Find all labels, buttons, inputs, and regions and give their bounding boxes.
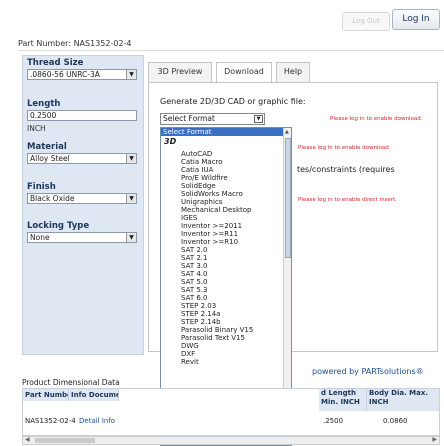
login-notice: Please log in to enable download.: [330, 116, 423, 122]
log-out-button[interactable]: Log Out: [342, 12, 390, 31]
table-header: d Length Min. INCH: [319, 389, 367, 411]
chevron-down-icon: ▼: [126, 194, 136, 203]
format-select-value: Select Format: [163, 114, 215, 123]
length-label: Length: [27, 99, 61, 109]
part-number-label: Part Number: NAS1352-02-4: [18, 39, 444, 51]
thread-size-value: .0860-56 UNRC-3A: [30, 70, 100, 79]
length-input[interactable]: 0.2500: [27, 110, 137, 121]
table-header: Info Document: [69, 389, 119, 401]
format-select[interactable]: Select Format ▼: [160, 113, 265, 125]
filter-panel: Thread Size .0860-56 UNRC-3A ▼ Length 0.…: [22, 55, 144, 355]
locking-type-select[interactable]: None ▼: [27, 232, 137, 243]
scroll-left-icon[interactable]: ◀: [25, 436, 30, 443]
dropdown-item[interactable]: DWG: [181, 342, 199, 350]
dropdown-item[interactable]: SAT 2.1: [181, 254, 207, 262]
tab-3d-preview[interactable]: 3D Preview: [148, 62, 212, 82]
chevron-down-icon: ▼: [254, 115, 263, 123]
dropdown-item[interactable]: SAT 2.0: [181, 246, 207, 254]
finish-select[interactable]: Black Oxide ▼: [27, 193, 137, 204]
log-in-button[interactable]: Log In: [392, 9, 440, 30]
dropdown-item[interactable]: Unigraphics: [181, 198, 222, 206]
detail-info-link[interactable]: Detail Info: [79, 417, 115, 425]
finish-value: Black Oxide: [30, 194, 75, 203]
dropdown-item[interactable]: SAT 5.3: [181, 286, 207, 294]
scrollbar-thumb[interactable]: [285, 138, 291, 258]
dropdown-item[interactable]: SAT 5.0: [181, 278, 207, 286]
dropdown-item[interactable]: Mechanical Desktop: [181, 206, 251, 214]
dropdown-item[interactable]: SAT 6.0: [181, 294, 207, 302]
horizontal-scrollbar[interactable]: ◀ ▶: [22, 436, 440, 445]
table-header: Part Number: [23, 389, 69, 401]
material-select[interactable]: Alloy Steel ▼: [27, 153, 137, 164]
login-notice: Please log in to enable download.: [298, 145, 391, 151]
dropdown-item[interactable]: STEP 2.14b: [181, 318, 221, 326]
dropdown-item[interactable]: Inventor >=R10: [181, 238, 238, 246]
table-cell: NAS1352-02-4: [25, 417, 76, 425]
chevron-down-icon: ▼: [126, 154, 136, 163]
material-value: Alloy Steel: [30, 154, 70, 163]
login-notice: Please log in to enable direct insert.: [298, 197, 398, 203]
material-label: Material: [27, 142, 67, 152]
chevron-down-icon: ▼: [126, 233, 136, 242]
dropdown-item-selected[interactable]: Select Format: [161, 128, 283, 136]
dropdown-item[interactable]: Inventor >=2011: [181, 222, 242, 230]
thread-size-select[interactable]: .0860-56 UNRC-3A ▼: [27, 69, 137, 80]
dropdown-item[interactable]: SAT 3.0: [181, 262, 207, 270]
scroll-up-icon[interactable]: ▲: [285, 129, 289, 135]
chevron-down-icon: ▼: [126, 70, 136, 79]
scroll-right-icon[interactable]: ▶: [432, 436, 437, 443]
dropdown-item[interactable]: IGES: [181, 214, 197, 222]
dropdown-item[interactable]: SAT 4.0: [181, 270, 207, 278]
thread-size-label: Thread Size: [27, 58, 84, 68]
dropdown-item[interactable]: Parasolid Text V15: [181, 334, 245, 342]
dropdown-item[interactable]: DXF: [181, 350, 195, 358]
dropdown-item[interactable]: STEP 2.03: [181, 302, 216, 310]
finish-label: Finish: [27, 182, 56, 192]
length-unit: INCH: [27, 124, 46, 133]
dropdown-item[interactable]: STEP 2.14a: [181, 310, 220, 318]
table-cell: 0.0860: [383, 417, 408, 425]
scrollbar-thumb[interactable]: [35, 438, 95, 443]
dropdown-group-label: 3D: [164, 137, 177, 146]
dimensional-data-title: Product Dimensional Data: [22, 378, 120, 387]
dropdown-item[interactable]: Parasolid Binary V15: [181, 326, 253, 334]
dropdown-item[interactable]: SolidEdge: [181, 182, 216, 190]
table-cell: .2500: [323, 417, 344, 425]
length-value: 0.2500: [30, 111, 57, 120]
tab-help[interactable]: Help: [276, 62, 310, 82]
dropdown-item[interactable]: AutoCAD: [181, 150, 212, 158]
dropdown-item[interactable]: Revit: [181, 358, 199, 366]
dropdown-item[interactable]: SolidWorks Macro: [181, 190, 243, 198]
powered-by-label[interactable]: powered by PARTsolutions®: [312, 367, 424, 376]
table-header: Body Dia. Max. INCH: [367, 389, 439, 411]
dropdown-item[interactable]: Inventor >=R11: [181, 230, 238, 238]
constraints-text: tes/constraints (requires: [297, 165, 395, 174]
locking-type-value: None: [30, 233, 50, 242]
tab-download[interactable]: Download: [216, 62, 272, 83]
locking-type-label: Locking Type: [27, 221, 90, 231]
dimensional-data-table: Part Number Info Document d Length Min. …: [22, 388, 440, 436]
dropdown-item[interactable]: Pro/E Wildfire: [181, 174, 228, 182]
dropdown-item[interactable]: Catia IUA: [181, 166, 213, 174]
generate-label: Generate 2D/3D CAD or graphic file:: [160, 97, 306, 106]
dropdown-item[interactable]: Catia Macro: [181, 158, 223, 166]
top-bar: Log Out Log In: [0, 0, 444, 36]
